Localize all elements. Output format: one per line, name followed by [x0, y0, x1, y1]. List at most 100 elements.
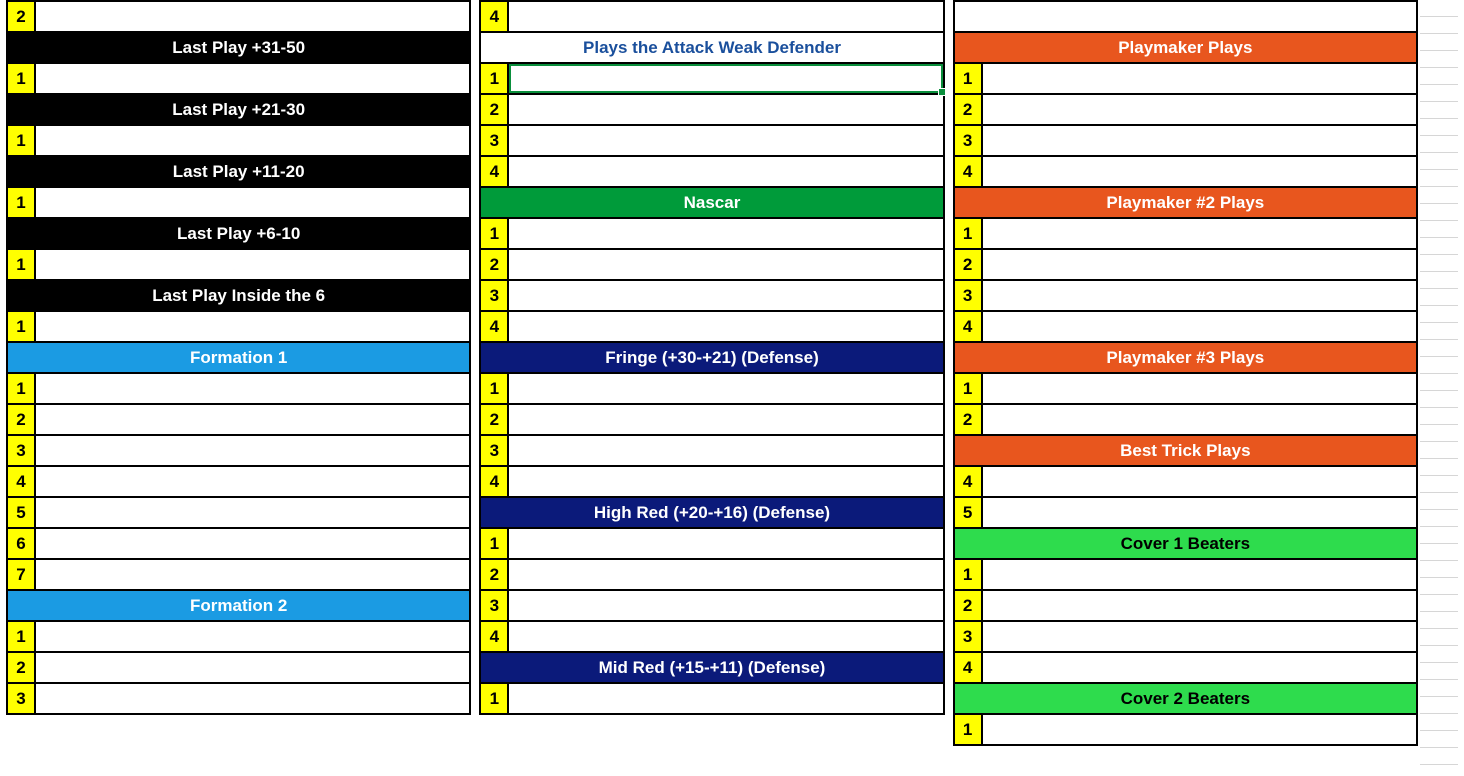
cell[interactable]	[36, 467, 469, 496]
table-row[interactable]: 4	[479, 155, 944, 188]
header-fringe[interactable]: Fringe (+30-+21) (Defense)	[479, 341, 944, 374]
table-row[interactable]: 1	[479, 62, 944, 95]
table-row[interactable]: 4	[479, 0, 944, 33]
cell[interactable]	[983, 126, 1416, 155]
table-row[interactable]: 1	[6, 124, 471, 157]
table-row[interactable]: 4	[953, 310, 1418, 343]
table-row[interactable]: 1	[479, 372, 944, 405]
header-last-play-21-30[interactable]: Last Play +21-30	[6, 93, 471, 126]
table-row[interactable]: 3	[953, 620, 1418, 653]
table-row[interactable]: 3	[953, 124, 1418, 157]
cell[interactable]	[509, 281, 942, 310]
cell[interactable]	[36, 188, 469, 217]
table-row[interactable]: 2	[6, 403, 471, 436]
table-row[interactable]: 4	[479, 310, 944, 343]
cell[interactable]	[36, 405, 469, 434]
cell[interactable]	[36, 653, 469, 682]
cell[interactable]	[509, 157, 942, 186]
cell[interactable]	[36, 250, 469, 279]
table-row[interactable]: 2	[953, 93, 1418, 126]
cell[interactable]	[509, 312, 942, 341]
table-row[interactable]: 1	[953, 217, 1418, 250]
header-attack-weak-defender[interactable]: Plays the Attack Weak Defender	[479, 31, 944, 64]
table-row[interactable]: 1	[6, 620, 471, 653]
table-row[interactable]: 2	[479, 248, 944, 281]
cell[interactable]	[36, 622, 469, 651]
table-row[interactable]: 5	[6, 496, 471, 529]
cell[interactable]	[509, 436, 942, 465]
cell[interactable]	[509, 95, 942, 124]
cell[interactable]	[36, 684, 469, 713]
cell[interactable]	[509, 374, 942, 403]
cell[interactable]	[509, 622, 942, 651]
cell[interactable]	[36, 529, 469, 558]
cell[interactable]	[983, 64, 1416, 93]
cell[interactable]	[509, 529, 942, 558]
table-row[interactable]: 3	[6, 682, 471, 715]
cell[interactable]	[983, 498, 1416, 527]
cell[interactable]	[983, 219, 1416, 248]
table-row[interactable]: 1	[953, 558, 1418, 591]
table-row[interactable]: 3	[479, 279, 944, 312]
header-mid-red[interactable]: Mid Red (+15-+11) (Defense)	[479, 651, 944, 684]
cell[interactable]	[983, 560, 1416, 589]
header-last-play-31-50[interactable]: Last Play +31-50	[6, 31, 471, 64]
table-row[interactable]: 2	[953, 589, 1418, 622]
cell[interactable]	[36, 312, 469, 341]
table-row[interactable]: 3	[479, 434, 944, 467]
table-row[interactable]: 7	[6, 558, 471, 591]
header-playmaker-3[interactable]: Playmaker #3 Plays	[953, 341, 1418, 374]
cell[interactable]	[509, 591, 942, 620]
cell[interactable]	[983, 312, 1416, 341]
table-row[interactable]: 2	[479, 403, 944, 436]
cell[interactable]	[983, 715, 1416, 744]
cell[interactable]	[509, 126, 942, 155]
cell[interactable]	[509, 560, 942, 589]
cell[interactable]	[983, 653, 1416, 682]
table-row[interactable]: 2	[479, 93, 944, 126]
cell[interactable]	[36, 374, 469, 403]
table-row[interactable]: 2	[953, 403, 1418, 436]
header-last-play-6-10[interactable]: Last Play +6-10	[6, 217, 471, 250]
selected-cell[interactable]	[509, 64, 942, 93]
table-row[interactable]: 1	[479, 217, 944, 250]
cell[interactable]	[983, 591, 1416, 620]
table-row[interactable]: 1	[953, 372, 1418, 405]
header-playmaker[interactable]: Playmaker Plays	[953, 31, 1418, 64]
header-formation-2[interactable]: Formation 2	[6, 589, 471, 622]
cell[interactable]	[36, 436, 469, 465]
cell[interactable]	[36, 560, 469, 589]
cell[interactable]	[509, 219, 942, 248]
header-nascar[interactable]: Nascar	[479, 186, 944, 219]
table-row[interactable]: 6	[6, 527, 471, 560]
table-row[interactable]: 3	[953, 279, 1418, 312]
header-playmaker-2[interactable]: Playmaker #2 Plays	[953, 186, 1418, 219]
header-last-play-11-20[interactable]: Last Play +11-20	[6, 155, 471, 188]
cell[interactable]	[983, 157, 1416, 186]
table-row[interactable]: 3	[479, 124, 944, 157]
table-row[interactable]: 3	[6, 434, 471, 467]
table-row[interactable]: 1	[6, 248, 471, 281]
table-row[interactable]: 4	[6, 465, 471, 498]
table-row[interactable]: 4	[953, 465, 1418, 498]
cell[interactable]	[509, 2, 942, 31]
cell[interactable]	[36, 2, 469, 31]
cell[interactable]	[509, 467, 942, 496]
header-high-red[interactable]: High Red (+20-+16) (Defense)	[479, 496, 944, 529]
table-row[interactable]: 2	[6, 0, 471, 33]
cell[interactable]	[509, 250, 942, 279]
cell[interactable]	[509, 684, 942, 713]
selection-handle-icon[interactable]	[938, 88, 946, 96]
cell[interactable]	[36, 64, 469, 93]
table-row[interactable]: 5	[953, 496, 1418, 529]
cell[interactable]	[983, 467, 1416, 496]
table-row[interactable]: 2	[479, 558, 944, 591]
table-row[interactable]: 1	[6, 372, 471, 405]
table-row[interactable]: 4	[479, 620, 944, 653]
cell[interactable]	[983, 250, 1416, 279]
header-trick-plays[interactable]: Best Trick Plays	[953, 434, 1418, 467]
table-row[interactable]: 3	[479, 589, 944, 622]
table-row[interactable]: 1	[479, 682, 944, 715]
cell[interactable]	[509, 405, 942, 434]
table-row[interactable]: 4	[953, 155, 1418, 188]
